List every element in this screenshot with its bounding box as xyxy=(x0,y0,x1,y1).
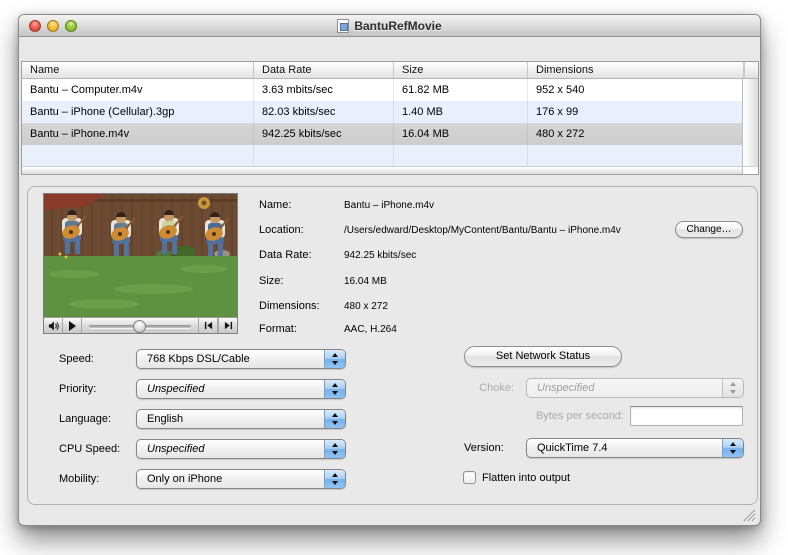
cell-data-rate: 82.03 kbits/sec xyxy=(254,101,394,123)
play-icon xyxy=(68,321,76,331)
dimensions-value: 480 x 272 xyxy=(344,301,388,312)
priority-popup-value: Unspecified xyxy=(147,383,204,395)
popup-arrows-icon xyxy=(324,410,345,428)
name-label: Name: xyxy=(259,199,291,211)
step-back-icon xyxy=(204,321,213,330)
format-label: Format: xyxy=(259,323,297,335)
popup-arrows-icon xyxy=(722,439,743,457)
app-window: BantuRefMovie Name Data Rate Size Dimens… xyxy=(18,14,761,526)
popup-arrows-icon xyxy=(722,379,743,397)
priority-label: Priority: xyxy=(59,383,96,395)
language-popup-value: English xyxy=(147,413,183,425)
cell-dimensions: 480 x 272 xyxy=(528,123,744,145)
column-header-dimensions[interactable]: Dimensions xyxy=(528,62,744,78)
horizontal-scrollbar[interactable] xyxy=(22,166,742,174)
cell-dimensions: 176 x 99 xyxy=(528,101,744,123)
cell-name: Bantu – iPhone (Cellular).3gp xyxy=(22,101,254,123)
popup-arrows-icon xyxy=(324,440,345,458)
location-label: Location: xyxy=(259,224,304,236)
flatten-checkbox[interactable] xyxy=(463,471,476,484)
table-row-selected[interactable]: Bantu – iPhone.m4v 942.25 kbits/sec 16.0… xyxy=(22,123,742,145)
version-popup[interactable]: QuickTime 7.4 xyxy=(526,438,744,458)
mobility-popup-value: Only on iPhone xyxy=(147,473,222,485)
bytes-per-second-field xyxy=(630,406,743,426)
cpu-speed-popup[interactable]: Unspecified xyxy=(136,439,346,459)
play-button[interactable] xyxy=(63,318,82,333)
window-title: BantuRefMovie xyxy=(354,19,441,33)
video-preview xyxy=(43,193,238,334)
cell-data-rate: 942.25 kbits/sec xyxy=(254,123,394,145)
column-header-corner xyxy=(744,62,760,78)
screen: BantuRefMovie Name Data Rate Size Dimens… xyxy=(0,0,788,555)
step-forward-button[interactable] xyxy=(218,318,237,333)
data-rate-value: 942.25 kbits/sec xyxy=(344,250,416,261)
movie-list-table: Name Data Rate Size Dimensions Bantu – C… xyxy=(21,61,759,175)
table-rows: Bantu – Computer.m4v 3.63 mbits/sec 61.8… xyxy=(22,79,742,167)
titlebar[interactable]: BantuRefMovie xyxy=(19,15,760,37)
bytes-per-second-label: Bytes per second: xyxy=(434,410,624,422)
popup-arrows-icon xyxy=(324,350,345,368)
resize-grip-icon[interactable] xyxy=(742,508,756,522)
choke-popup: Unspecified xyxy=(526,378,744,398)
cpu-speed-popup-value: Unspecified xyxy=(147,443,204,455)
language-popup[interactable]: English xyxy=(136,409,346,429)
table-row[interactable]: Bantu – Computer.m4v 3.63 mbits/sec 61.8… xyxy=(22,79,742,101)
change-button[interactable]: Change… xyxy=(675,221,743,238)
size-label: Size: xyxy=(259,275,283,287)
language-label: Language: xyxy=(59,413,111,425)
speed-popup-value: 768 Kbps DSL/Cable xyxy=(147,353,250,365)
version-label: Version: xyxy=(464,442,504,454)
slider-thumb[interactable] xyxy=(133,320,146,333)
mobility-popup[interactable]: Only on iPhone xyxy=(136,469,346,489)
cell-data-rate: 3.63 mbits/sec xyxy=(254,79,394,101)
version-popup-value: QuickTime 7.4 xyxy=(537,442,608,454)
step-back-button[interactable] xyxy=(199,318,218,333)
column-header-size[interactable]: Size xyxy=(394,62,528,78)
column-header-name[interactable]: Name xyxy=(22,62,254,78)
choke-popup-value: Unspecified xyxy=(537,382,594,394)
video-frame-image xyxy=(44,194,237,317)
cell-size: 1.40 MB xyxy=(394,101,528,123)
cell-dimensions: 952 x 540 xyxy=(528,79,744,101)
cell-name: Bantu – iPhone.m4v xyxy=(22,123,254,145)
cell-size: 61.82 MB xyxy=(394,79,528,101)
document-icon xyxy=(337,19,349,33)
priority-popup[interactable]: Unspecified xyxy=(136,379,346,399)
set-network-status-button[interactable]: Set Network Status xyxy=(464,346,622,367)
table-row[interactable]: Bantu – iPhone (Cellular).3gp 82.03 kbit… xyxy=(22,101,742,123)
volume-button[interactable] xyxy=(44,318,63,333)
speed-popup[interactable]: 768 Kbps DSL/Cable xyxy=(136,349,346,369)
cell-size: 16.04 MB xyxy=(394,123,528,145)
step-forward-icon xyxy=(224,321,233,330)
playback-slider[interactable] xyxy=(82,318,199,333)
size-value: 16.04 MB xyxy=(344,276,387,287)
video-controller xyxy=(44,317,237,333)
speaker-icon xyxy=(48,321,59,331)
choke-label: Choke: xyxy=(404,382,514,394)
format-value: AAC, H.264 xyxy=(344,324,397,335)
vertical-scrollbar[interactable] xyxy=(742,79,758,167)
column-header-data-rate[interactable]: Data Rate xyxy=(254,62,394,78)
data-rate-label: Data Rate: xyxy=(259,249,312,261)
table-row-empty[interactable] xyxy=(22,145,742,167)
location-value: /Users/edward/Desktop/MyContent/Bantu/Ba… xyxy=(344,225,621,236)
mobility-label: Mobility: xyxy=(59,473,99,485)
speed-label: Speed: xyxy=(59,353,94,365)
popup-arrows-icon xyxy=(324,470,345,488)
table-header: Name Data Rate Size Dimensions xyxy=(22,62,758,79)
flatten-checkbox-label: Flatten into output xyxy=(482,472,570,484)
dimensions-label: Dimensions: xyxy=(259,300,320,312)
cell-name: Bantu – Computer.m4v xyxy=(22,79,254,101)
scrollbar-corner xyxy=(742,166,758,174)
cpu-speed-label: CPU Speed: xyxy=(59,443,120,455)
popup-arrows-icon xyxy=(324,380,345,398)
name-value: Bantu – iPhone.m4v xyxy=(344,200,434,211)
